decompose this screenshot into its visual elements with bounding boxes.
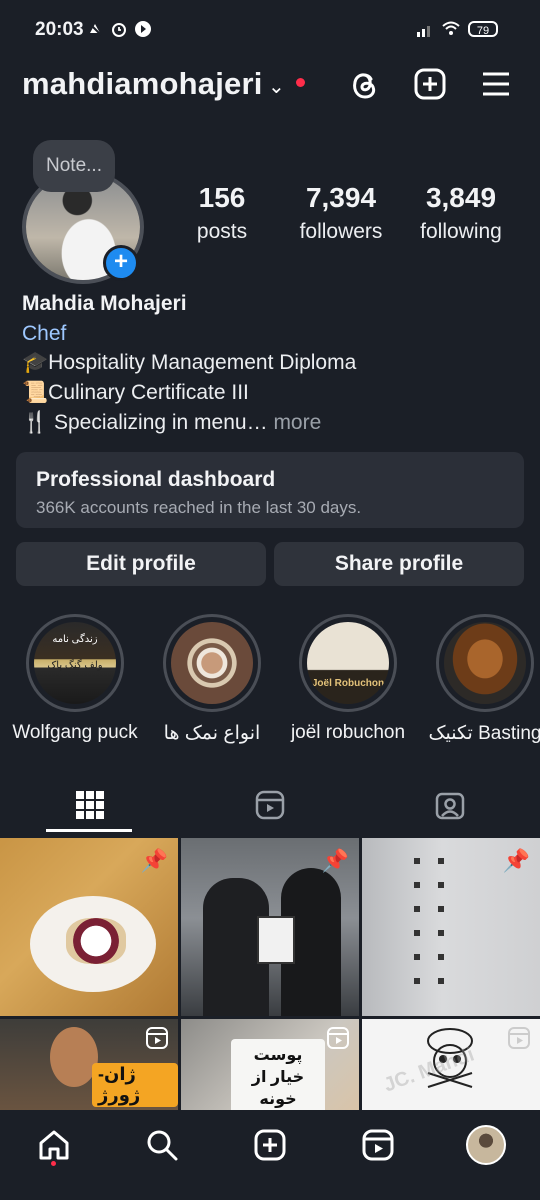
grid-post[interactable]: پوست خیار از خونه [181,1019,359,1111]
tab-posts-grid[interactable] [0,780,180,830]
chevron-down-icon[interactable]: ⌄ [268,74,285,99]
highlight-item[interactable]: تکنیک Basting [429,614,540,744]
grid-post[interactable]: 📌 [0,838,178,1016]
highlight-label: انواع نمک ها [163,723,261,744]
notification-dot [296,78,305,87]
grid-icon [76,791,104,819]
status-bar: 20:03 79 [0,0,540,60]
reels-icon [255,790,285,820]
bio-line: 🍴 Specializing in menu… more [22,411,321,435]
app-notification-icon [135,21,151,37]
reel-icon [508,1027,530,1049]
highlight-label: Wolfgang puck [12,722,138,743]
professional-dashboard[interactable]: Professional dashboard 366K accounts rea… [16,452,524,528]
highlight-cover-text: ولف گنگ پاک [47,660,103,671]
bio-line: 📜Culinary Certificate III [22,381,249,404]
bio-line-text: 🍴 Specializing in menu… [22,411,268,434]
create-icon [254,1129,286,1161]
menu-button[interactable] [476,64,516,104]
username-title[interactable]: mahdiamohajeri [22,66,263,102]
new-post-button[interactable] [410,64,450,104]
nav-create[interactable] [248,1123,292,1167]
reel-icon [146,1027,168,1049]
add-story-icon[interactable]: + [103,245,139,281]
post-overlay-text: ژان-ژورژ [92,1063,178,1107]
tab-tagged[interactable] [360,780,540,830]
profile-category[interactable]: Chef [22,322,66,346]
profile-name: Mahdia Mohajeri [22,292,187,315]
dashboard-subtitle: 366K accounts reached in the last 30 day… [36,498,362,517]
home-icon [39,1130,69,1160]
stat-followers[interactable]: 7,394 followers [286,182,396,244]
nav-search[interactable] [140,1123,184,1167]
threads-icon [353,73,376,99]
pin-icon: 📌 [321,848,349,873]
tab-reels[interactable] [180,780,360,830]
mute-icon [88,22,102,36]
grid-post[interactable]: 📌 [181,838,359,1016]
highlight-label: joël robuchon [290,722,406,743]
search-icon [147,1130,178,1161]
highlight-item[interactable]: زندگی نامه ولف گنگ پاک Wolfgang puck [12,614,138,743]
threads-button[interactable] [344,64,384,104]
stat-posts[interactable]: 156 posts [172,182,272,244]
alarm-icon [112,23,126,37]
hamburger-menu-icon [483,72,509,96]
pin-icon: 📌 [140,848,168,873]
share-profile-button[interactable]: Share profile [274,542,524,586]
bio-line: 🎓Hospitality Management Diploma [22,351,357,374]
wifi-icon [442,21,460,35]
edit-profile-button[interactable]: Edit profile [16,542,266,586]
reel-icon [327,1027,349,1049]
home-notification-dot [51,1161,56,1166]
stat-following[interactable]: 3,849 following [408,182,514,244]
grid-post[interactable]: JC. Mahdi [362,1019,540,1111]
highlight-item[interactable]: Joël Robuchon joël robuchon [291,614,405,743]
profile-avatar [466,1125,506,1165]
status-time: 20:03 [35,19,84,40]
tagged-icon [435,792,465,820]
pin-icon: 📌 [502,848,530,873]
grid-post[interactable]: 📌 [362,838,540,1016]
cell-signal-icon [417,26,430,37]
grid-post[interactable]: ژان-ژورژ [0,1019,178,1111]
bio-more-link[interactable]: more [273,411,321,434]
highlight-label: تکنیک Basting [428,723,540,744]
highlight-item[interactable]: انواع نمک ها [161,614,263,744]
nav-reels[interactable] [356,1123,400,1167]
note-bubble[interactable]: Note... [33,140,115,192]
highlight-cover-text: زندگی نامه [52,634,98,645]
active-tab-indicator [46,829,132,832]
reels-icon [362,1129,394,1161]
plus-square-icon [414,68,446,100]
nav-profile[interactable] [464,1123,508,1167]
dashboard-title: Professional dashboard [36,468,276,491]
battery-indicator: 79 [468,21,498,37]
highlight-cover-text: Joël Robuchon [311,678,385,689]
post-overlay-text: پوست خیار از خونه [231,1039,325,1111]
